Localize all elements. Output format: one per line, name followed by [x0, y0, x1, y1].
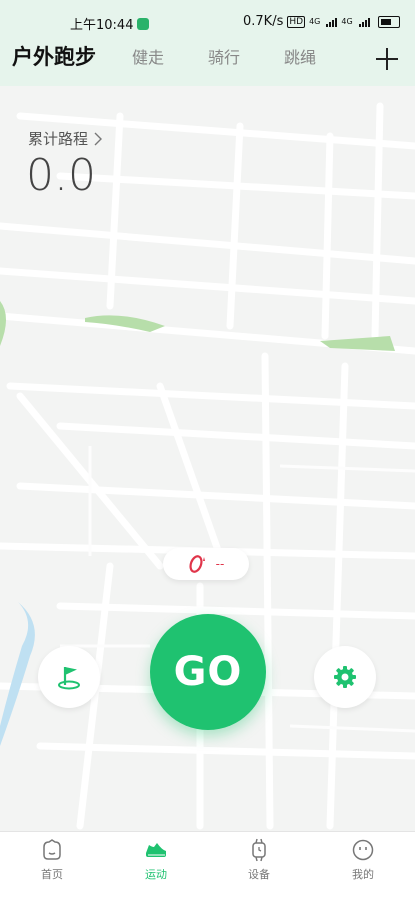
- gps-status-text: --: [215, 557, 225, 571]
- app-notification-icon: [137, 17, 150, 30]
- nav-sport[interactable]: 运动: [126, 838, 186, 882]
- status-time: 上午10:44: [70, 18, 134, 33]
- hd-badge: HD: [287, 15, 306, 28]
- nav-profile-label: 我的: [352, 868, 374, 881]
- profile-face-icon: [352, 839, 374, 861]
- sport-tab-bar: 户外跑步 健走 骑行 跳绳: [0, 40, 415, 86]
- status-bar: 上午10:44 0.7K/s HD 4G 4G: [0, 0, 415, 40]
- battery-icon: [377, 15, 400, 28]
- shoe-icon: [146, 843, 166, 857]
- total-distance-title: 累计路程: [28, 130, 89, 148]
- network-speed: 0.7K/s: [243, 14, 284, 29]
- route-button[interactable]: [38, 646, 100, 708]
- nav-home[interactable]: 首页: [22, 838, 82, 882]
- nav-device[interactable]: 设备: [229, 838, 289, 882]
- gear-icon: [334, 666, 356, 688]
- tab-walk[interactable]: 健走: [132, 44, 164, 68]
- tab-jump-rope[interactable]: 跳绳: [284, 44, 316, 68]
- total-distance-label[interactable]: 累计路程: [28, 128, 103, 149]
- nav-sport-label: 运动: [145, 868, 167, 881]
- nav-home-label: 首页: [41, 868, 63, 881]
- signal-label-2: 4G: [341, 17, 353, 26]
- gps-status-chip: --: [163, 548, 249, 580]
- nav-device-label: 设备: [248, 868, 270, 881]
- chevron-right-icon: [94, 132, 103, 145]
- tab-outdoor-run[interactable]: 户外跑步: [12, 41, 96, 71]
- flag-icon: [58, 667, 80, 690]
- signal-icon-1: [326, 17, 338, 27]
- status-right-group: 0.7K/s HD 4G 4G: [243, 14, 400, 29]
- signal-label-1: 4G: [309, 17, 321, 26]
- status-time-group: 上午10:44: [70, 14, 150, 33]
- home-face-icon: [43, 839, 61, 860]
- go-button[interactable]: GO: [150, 614, 266, 730]
- total-distance-value: 0.0: [26, 150, 96, 201]
- tab-cycling[interactable]: 骑行: [208, 44, 240, 68]
- signal-icon-2: [358, 17, 370, 27]
- settings-button[interactable]: [314, 646, 376, 708]
- nav-profile[interactable]: 我的: [333, 838, 393, 882]
- watch-icon: [252, 838, 266, 862]
- bottom-navigation: 首页 运动 设备 我的: [0, 831, 415, 901]
- add-sport-icon[interactable]: [376, 48, 398, 70]
- gps-signal-icon: [189, 555, 205, 573]
